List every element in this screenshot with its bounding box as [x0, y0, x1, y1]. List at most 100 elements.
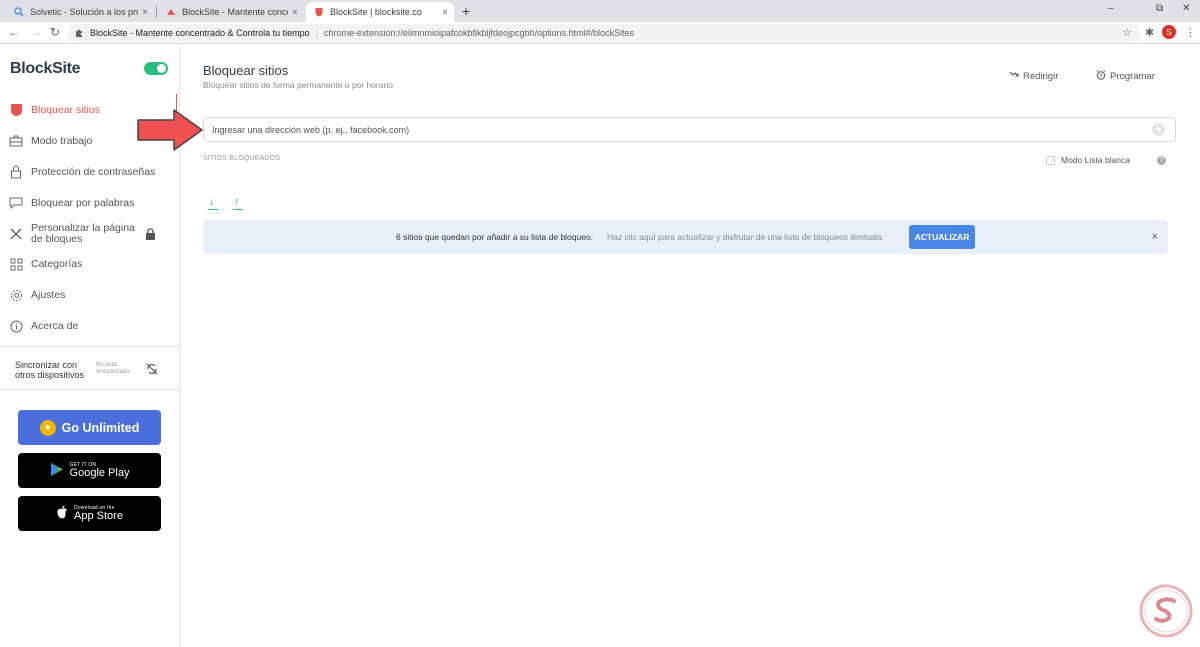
sync-off-icon[interactable] — [146, 363, 158, 378]
menu-icon[interactable]: ⋮ — [1185, 26, 1196, 39]
sidebar-item-acerca-de[interactable]: Acerca de — [8, 319, 173, 333]
enable-toggle[interactable] — [144, 62, 168, 75]
solvetic-logo — [1139, 584, 1193, 638]
forward-button[interactable]: → — [30, 25, 42, 39]
search-favicon — [14, 7, 24, 17]
sidebar-item-label: de bloques — [31, 233, 83, 245]
blocksite-favicon — [167, 9, 175, 15]
import-icon[interactable]: ↓ — [208, 196, 218, 210]
page-title: Bloquear sitios — [203, 63, 289, 78]
app-store-big: App Store — [74, 509, 123, 522]
sidebar-item-label: Protección de contraseñas — [31, 166, 156, 178]
sync-label-line: Sincronizar con — [15, 360, 78, 370]
page-subtitle: Bloquear sitios de forma permanente o po… — [203, 80, 393, 90]
new-tab-button[interactable]: + — [462, 3, 470, 19]
back-button[interactable]: ← — [8, 25, 20, 39]
sidebar-item-label: Categorías — [31, 258, 83, 270]
browser-toolbar: ← → ↻ BlockSite - Mantente concentrado &… — [0, 22, 1200, 44]
minimize-button[interactable]: – — [1108, 3, 1114, 14]
play-store-icon — [50, 462, 64, 480]
banner-hint[interactable]: Haz clic aquí para actualizar y disfruta… — [607, 232, 884, 242]
tab-title: BlockSite - Mantente concentrad — [182, 7, 288, 17]
divider — [0, 346, 179, 347]
shield-icon — [315, 8, 323, 17]
shield-icon — [8, 103, 24, 117]
address-bar[interactable]: BlockSite - Mantente concentrado & Contr… — [68, 24, 1140, 42]
whitelist-toggle[interactable]: Modo Lista blanca — [1046, 155, 1130, 165]
redirect-label: Redirigir — [1023, 70, 1059, 82]
lock-icon — [145, 228, 156, 286]
close-icon[interactable]: × — [1152, 231, 1158, 243]
extension-icon — [76, 29, 82, 37]
tab-solvetic[interactable]: Solvetic - Solución a los problem × — [6, 2, 154, 22]
close-icon[interactable]: × — [442, 7, 448, 18]
whitelist-checkbox[interactable] — [1046, 155, 1055, 165]
sync-status-line: No está — [96, 362, 117, 368]
star-icon[interactable]: ☆ — [1122, 26, 1132, 39]
whitelist-label: Modo Lista blanca — [1061, 155, 1130, 165]
sidebar-item-label-block: Personalizar la página de bloques — [31, 223, 135, 245]
sync-status: No está sincronizado — [96, 362, 140, 376]
upgrade-button[interactable]: ACTUALIZAR — [909, 225, 975, 249]
logo: BlockSite — [10, 60, 81, 77]
avatar[interactable]: S — [1162, 25, 1176, 39]
sidebar-item-label: Bloquear por palabras — [31, 197, 135, 209]
schedule-label: Programar — [1110, 71, 1155, 82]
sidebar-item-ajustes[interactable]: Ajustes — [8, 288, 173, 302]
maximize-button[interactable]: ⧉ — [1156, 3, 1163, 14]
app-store-text: Download on the App Store — [74, 505, 123, 522]
go-unlimited-label: Go Unlimited — [61, 420, 140, 435]
export-icon[interactable]: ↑ — [233, 196, 243, 210]
banner-text: 6 sitios que quedan por añadir a su list… — [396, 232, 594, 242]
tab-blocksite-options[interactable]: BlockSite | blocksite.co × — [306, 2, 454, 22]
tools-icon — [8, 227, 24, 241]
main-content: Bloquear sitios Bloquear sitios de forma… — [181, 45, 1200, 647]
go-unlimited-button[interactable]: ★ Go Unlimited — [18, 410, 161, 445]
blocked-sites-title: SITIOS BLOQUEADOS — [203, 155, 281, 162]
sidebar-item-label: Bloquear sitios — [31, 104, 100, 116]
block-url-input[interactable]: Ingresar una dirección web (p. ej., face… — [203, 117, 1176, 142]
reload-button[interactable]: ↻ — [50, 25, 60, 39]
briefcase-icon — [8, 134, 24, 148]
sync-label: Sincronizar con otros dispositivos — [15, 360, 95, 380]
app-store-button[interactable]: Download on the App Store — [18, 496, 161, 531]
sidebar-item-bloquear-palabras[interactable]: Bloquear por palabras — [8, 196, 173, 210]
upgrade-banner: 6 sitios que quedan por añadir a su list… — [203, 220, 1168, 254]
alarm-clock-icon — [1096, 70, 1106, 83]
tab-blocksite-mantente[interactable]: BlockSite - Mantente concentrad × — [158, 2, 304, 22]
close-icon[interactable]: × — [292, 7, 298, 18]
sync-label-line: otros dispositivos — [15, 370, 85, 380]
sidebar-item-categorias[interactable]: Categorías — [8, 257, 173, 271]
tab-title: Solvetic - Solución a los problem — [30, 7, 138, 17]
sidebar-item-label: Acerca de — [31, 320, 79, 332]
apple-icon — [56, 505, 68, 522]
sidebar-item-proteccion-contrasenas[interactable]: Protección de contraseñas — [8, 165, 173, 179]
medal-icon: ★ — [39, 419, 56, 436]
google-play-big: Google Play — [69, 466, 130, 479]
site-name: BlockSite - Mantente concentrado & Contr… — [90, 28, 310, 38]
red-arrow-annotation — [137, 109, 203, 151]
extensions-icon[interactable]: ✱ — [1145, 26, 1154, 39]
url-separator: | — [315, 28, 318, 38]
schedule-button[interactable]: Programar — [1096, 70, 1155, 83]
google-play-button[interactable]: GET IT ON Google Play — [18, 453, 161, 488]
chat-icon — [8, 196, 24, 210]
help-icon[interactable]: ? — [1157, 156, 1166, 165]
add-site-button[interactable]: + — [1152, 123, 1165, 136]
sidebar-item-label: Ajustes — [31, 289, 66, 301]
url-text: chrome-extension://eiimnmioipafcokbfikbl… — [323, 28, 635, 38]
gear-icon — [8, 288, 24, 302]
google-play-text: GET IT ON Google Play — [69, 462, 130, 479]
input-placeholder: Ingresar una dirección web (p. ej., face… — [212, 124, 410, 135]
redirect-button[interactable]: Redirigir — [1009, 70, 1058, 82]
redirect-icon — [1009, 70, 1019, 82]
info-icon — [8, 319, 24, 333]
window-close-button[interactable]: ✕ — [1182, 3, 1190, 14]
tab-separator — [156, 6, 157, 18]
sidebar-item-label: Modo trabajo — [31, 135, 93, 147]
tab-title: BlockSite | blocksite.co — [330, 7, 422, 17]
lock-outline-icon — [8, 165, 24, 179]
tab-strip: Solvetic - Solución a los problem × Bloc… — [0, 0, 1200, 22]
divider — [0, 389, 179, 390]
close-icon[interactable]: × — [142, 7, 148, 18]
